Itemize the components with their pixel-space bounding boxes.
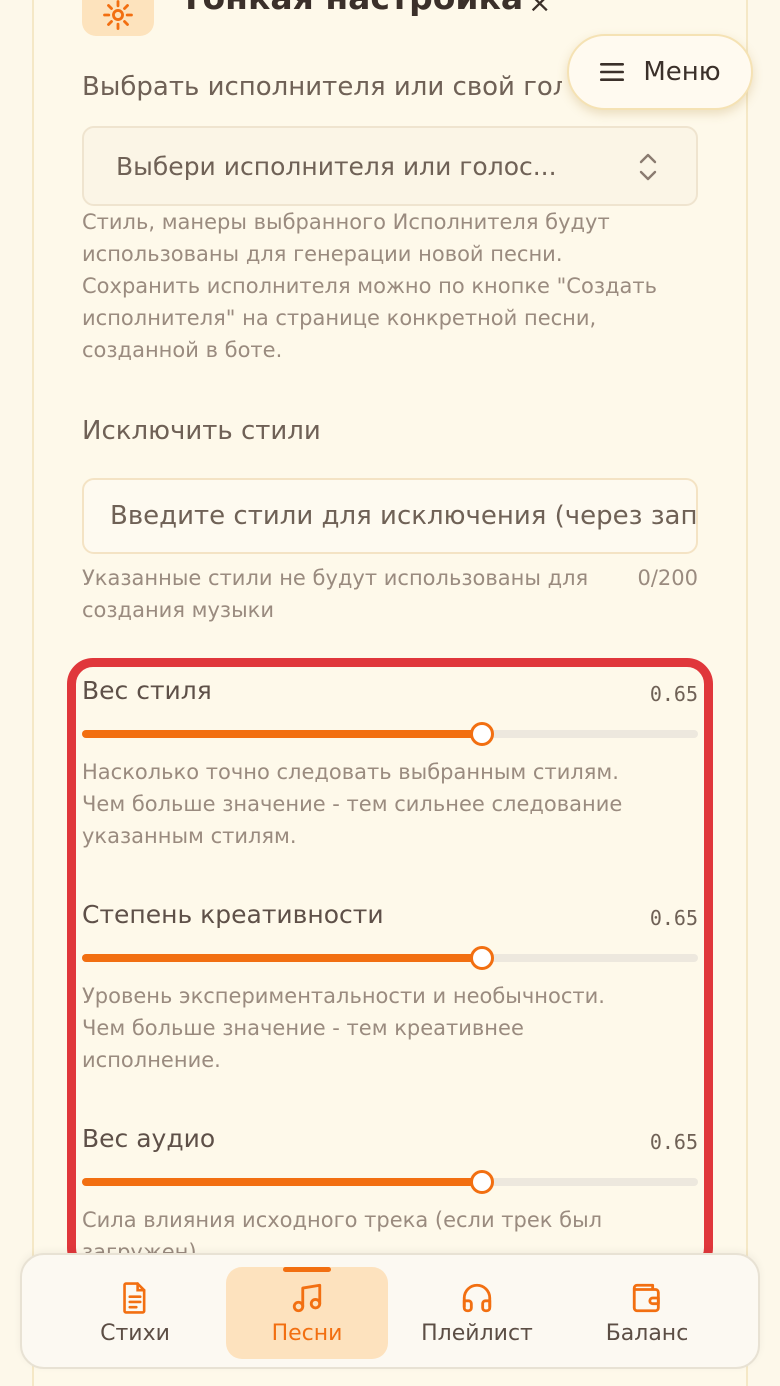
char-counter: 0/200 [637, 566, 698, 590]
nav-item-balance[interactable]: Баланс [566, 1267, 728, 1359]
nav-label: Песни [271, 1320, 343, 1346]
nav-item-songs[interactable]: Песни [226, 1267, 388, 1359]
page: Тонкая настройка × Меню Выбрать исполнит… [0, 0, 780, 1386]
nav-label: Стихи [100, 1320, 170, 1346]
creativity-label: Степень креативности [82, 900, 384, 929]
style-weight-help: Насколько точно следовать выбранным стил… [82, 760, 623, 848]
slider-fill [82, 954, 483, 962]
chevron-updown-icon [639, 153, 657, 181]
nav-item-lyrics[interactable]: Стихи [54, 1267, 216, 1359]
audio-weight-slider[interactable] [82, 1170, 698, 1194]
slider-fill [82, 1178, 483, 1186]
artist-select[interactable]: Выбери исполнителя или голос... [82, 126, 698, 206]
wallet-icon [632, 1283, 660, 1312]
music-note-icon [292, 1283, 322, 1312]
page-title: Тонкая настройка [180, 0, 523, 17]
exclude-styles-placeholder: Введите стили для исключения (через запя… [110, 501, 698, 531]
creativity-help: Уровень экспериментальности и необычност… [82, 984, 605, 1072]
headphones-icon [462, 1283, 492, 1312]
exclude-styles-input[interactable]: Введите стили для исключения (через запя… [82, 478, 698, 554]
audio-weight-label: Вес аудио [82, 1124, 216, 1153]
nav-item-playlist[interactable]: Плейлист [396, 1267, 558, 1359]
style-weight-slider[interactable] [82, 722, 698, 746]
style-weight-value: 0.65 [649, 682, 698, 706]
exclude-styles-label: Исключить стили [82, 416, 321, 446]
hamburger-icon [600, 63, 625, 81]
slider-fill [82, 730, 483, 738]
creativity-slider[interactable] [82, 946, 698, 970]
artist-help-text: Стиль, манеры выбранного Исполнителя буд… [82, 210, 657, 362]
nav-label: Плейлист [421, 1320, 533, 1346]
audio-weight-value: 0.65 [649, 1130, 698, 1154]
active-indicator [283, 1267, 331, 1272]
gear-icon [82, 0, 154, 36]
close-button[interactable]: × [528, 0, 551, 19]
artist-select-value: Выбери исполнителя или голос... [116, 151, 557, 181]
menu-button-label: Меню [643, 57, 721, 87]
bottom-nav: Стихи Песни Плейлист Баланс [20, 1253, 760, 1369]
menu-button[interactable]: Меню [567, 34, 753, 110]
nav-label: Баланс [605, 1320, 689, 1346]
creativity-value: 0.65 [649, 906, 698, 930]
style-weight-label: Вес стиля [82, 676, 212, 705]
artist-label: Выбрать исполнителя или свой голос [82, 72, 562, 102]
exclude-styles-help: Указанные стили не будут использованы дл… [82, 566, 589, 622]
document-icon [123, 1281, 146, 1314]
